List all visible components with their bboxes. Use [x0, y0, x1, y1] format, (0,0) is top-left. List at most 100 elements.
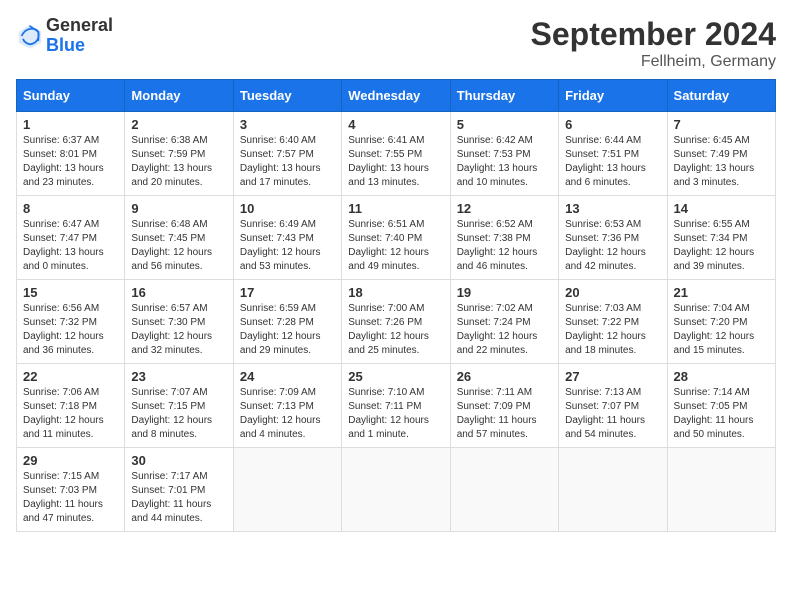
- week-row-2: 8 Sunrise: 6:47 AMSunset: 7:47 PMDaylight…: [17, 196, 776, 280]
- day-number: 15: [23, 285, 118, 300]
- day-info: Sunrise: 6:57 AMSunset: 7:30 PMDaylight:…: [131, 303, 212, 356]
- day-info: Sunrise: 6:52 AMSunset: 7:38 PMDaylight:…: [457, 219, 538, 272]
- day-info: Sunrise: 7:02 AMSunset: 7:24 PMDaylight:…: [457, 303, 538, 356]
- day-cell: 28 Sunrise: 7:14 AMSunset: 7:05 PMDayligh…: [667, 364, 775, 448]
- day-cell: [450, 448, 558, 532]
- day-cell: 30Sunrise: 7:17 AMSunset: 7:01 PMDayligh…: [125, 448, 233, 532]
- day-info: Sunrise: 7:11 AMSunset: 7:09 PMDaylight:…: [457, 387, 537, 440]
- day-info: Sunrise: 6:40 AMSunset: 7:57 PMDaylight:…: [240, 135, 321, 188]
- day-info: Sunrise: 7:09 AMSunset: 7:13 PMDaylight:…: [240, 387, 321, 440]
- day-cell: 2 Sunrise: 6:38 AMSunset: 7:59 PMDaylight…: [125, 112, 233, 196]
- week-row-4: 22 Sunrise: 7:06 AMSunset: 7:18 PMDayligh…: [17, 364, 776, 448]
- week-row-5: 29 Sunrise: 7:15 AMSunset: 7:03 PMDayligh…: [17, 448, 776, 532]
- header-row: SundayMondayTuesdayWednesdayThursdayFrid…: [17, 80, 776, 112]
- day-cell: 16 Sunrise: 6:57 AMSunset: 7:30 PMDayligh…: [125, 280, 233, 364]
- day-cell: 29 Sunrise: 7:15 AMSunset: 7:03 PMDayligh…: [17, 448, 125, 532]
- day-cell: 23Sunrise: 7:07 AMSunset: 7:15 PMDayligh…: [125, 364, 233, 448]
- day-number: 6: [565, 117, 660, 132]
- day-number: 1: [23, 117, 118, 132]
- day-number: 3: [240, 117, 335, 132]
- logo-blue: Blue: [46, 36, 113, 56]
- day-cell: 9Sunrise: 6:48 AMSunset: 7:45 PMDaylight…: [125, 196, 233, 280]
- day-info: Sunrise: 7:06 AMSunset: 7:18 PMDaylight:…: [23, 387, 104, 440]
- day-info: Sunrise: 6:48 AMSunset: 7:45 PMDaylight:…: [131, 219, 212, 272]
- day-cell: 1 Sunrise: 6:37 AMSunset: 8:01 PMDaylight…: [17, 112, 125, 196]
- column-header-tuesday: Tuesday: [233, 80, 341, 112]
- logo: General Blue: [16, 16, 113, 56]
- day-info: Sunrise: 6:49 AMSunset: 7:43 PMDaylight:…: [240, 219, 321, 272]
- title-section: September 2024 Fellheim, Germany: [531, 16, 776, 71]
- day-cell: 19 Sunrise: 7:02 AMSunset: 7:24 PMDayligh…: [450, 280, 558, 364]
- day-number: 24: [240, 369, 335, 384]
- calendar-table: SundayMondayTuesdayWednesdayThursdayFrid…: [16, 79, 776, 532]
- day-cell: 6 Sunrise: 6:44 AMSunset: 7:51 PMDaylight…: [559, 112, 667, 196]
- column-header-monday: Monday: [125, 80, 233, 112]
- week-row-1: 1 Sunrise: 6:37 AMSunset: 8:01 PMDaylight…: [17, 112, 776, 196]
- column-header-thursday: Thursday: [450, 80, 558, 112]
- day-info: Sunrise: 7:17 AMSunset: 7:01 PMDaylight:…: [131, 471, 211, 524]
- day-cell: 24 Sunrise: 7:09 AMSunset: 7:13 PMDayligh…: [233, 364, 341, 448]
- day-number: 18: [348, 285, 443, 300]
- day-info: Sunrise: 7:07 AMSunset: 7:15 PMDaylight:…: [131, 387, 212, 440]
- day-number: 25: [348, 369, 443, 384]
- day-number: 2: [131, 117, 226, 132]
- month-title: September 2024: [531, 16, 776, 53]
- day-cell: 18Sunrise: 7:00 AMSunset: 7:26 PMDayligh…: [342, 280, 450, 364]
- column-header-saturday: Saturday: [667, 80, 775, 112]
- day-cell: 10 Sunrise: 6:49 AMSunset: 7:43 PMDayligh…: [233, 196, 341, 280]
- day-cell: 25 Sunrise: 7:10 AMSunset: 7:11 PMDayligh…: [342, 364, 450, 448]
- day-cell: 8 Sunrise: 6:47 AMSunset: 7:47 PMDaylight…: [17, 196, 125, 280]
- day-cell: 21 Sunrise: 7:04 AMSunset: 7:20 PMDayligh…: [667, 280, 775, 364]
- day-info: Sunrise: 7:15 AMSunset: 7:03 PMDaylight:…: [23, 471, 103, 524]
- page-header: General Blue September 2024 Fellheim, Ge…: [16, 16, 776, 71]
- day-number: 8: [23, 201, 118, 216]
- column-header-sunday: Sunday: [17, 80, 125, 112]
- day-cell: 26 Sunrise: 7:11 AMSunset: 7:09 PMDayligh…: [450, 364, 558, 448]
- day-number: 14: [674, 201, 769, 216]
- day-number: 12: [457, 201, 552, 216]
- day-info: Sunrise: 6:47 AMSunset: 7:47 PMDaylight:…: [23, 219, 104, 272]
- logo-icon: [16, 22, 44, 50]
- day-info: Sunrise: 6:38 AMSunset: 7:59 PMDaylight:…: [131, 135, 212, 188]
- day-cell: 3 Sunrise: 6:40 AMSunset: 7:57 PMDaylight…: [233, 112, 341, 196]
- day-info: Sunrise: 6:44 AMSunset: 7:51 PMDaylight:…: [565, 135, 646, 188]
- day-number: 29: [23, 453, 118, 468]
- day-info: Sunrise: 6:42 AMSunset: 7:53 PMDaylight:…: [457, 135, 538, 188]
- day-number: 16: [131, 285, 226, 300]
- day-info: Sunrise: 6:59 AMSunset: 7:28 PMDaylight:…: [240, 303, 321, 356]
- day-number: 22: [23, 369, 118, 384]
- day-number: 27: [565, 369, 660, 384]
- day-number: 7: [674, 117, 769, 132]
- day-info: Sunrise: 7:10 AMSunset: 7:11 PMDaylight:…: [348, 387, 429, 440]
- day-info: Sunrise: 6:45 AMSunset: 7:49 PMDaylight:…: [674, 135, 755, 188]
- day-info: Sunrise: 7:14 AMSunset: 7:05 PMDaylight:…: [674, 387, 754, 440]
- day-cell: 12 Sunrise: 6:52 AMSunset: 7:38 PMDayligh…: [450, 196, 558, 280]
- week-row-3: 15Sunrise: 6:56 AMSunset: 7:32 PMDayligh…: [17, 280, 776, 364]
- day-cell: 27Sunrise: 7:13 AMSunset: 7:07 PMDayligh…: [559, 364, 667, 448]
- day-info: Sunrise: 7:04 AMSunset: 7:20 PMDaylight:…: [674, 303, 755, 356]
- day-info: Sunrise: 6:37 AMSunset: 8:01 PMDaylight:…: [23, 135, 104, 188]
- day-cell: [667, 448, 775, 532]
- day-info: Sunrise: 6:51 AMSunset: 7:40 PMDaylight:…: [348, 219, 429, 272]
- day-cell: 15Sunrise: 6:56 AMSunset: 7:32 PMDayligh…: [17, 280, 125, 364]
- day-number: 17: [240, 285, 335, 300]
- day-number: 10: [240, 201, 335, 216]
- column-header-wednesday: Wednesday: [342, 80, 450, 112]
- logo-text: General Blue: [46, 16, 113, 56]
- day-cell: 17 Sunrise: 6:59 AMSunset: 7:28 PMDayligh…: [233, 280, 341, 364]
- day-info: Sunrise: 7:03 AMSunset: 7:22 PMDaylight:…: [565, 303, 646, 356]
- day-cell: 11Sunrise: 6:51 AMSunset: 7:40 PMDayligh…: [342, 196, 450, 280]
- day-number: 13: [565, 201, 660, 216]
- day-cell: [559, 448, 667, 532]
- day-number: 20: [565, 285, 660, 300]
- day-number: 26: [457, 369, 552, 384]
- logo-general: General: [46, 16, 113, 36]
- location-subtitle: Fellheim, Germany: [531, 53, 776, 71]
- column-header-friday: Friday: [559, 80, 667, 112]
- day-cell: [233, 448, 341, 532]
- day-number: 19: [457, 285, 552, 300]
- day-number: 21: [674, 285, 769, 300]
- day-info: Sunrise: 6:53 AMSunset: 7:36 PMDaylight:…: [565, 219, 646, 272]
- day-number: 28: [674, 369, 769, 384]
- day-cell: 5Sunrise: 6:42 AMSunset: 7:53 PMDaylight…: [450, 112, 558, 196]
